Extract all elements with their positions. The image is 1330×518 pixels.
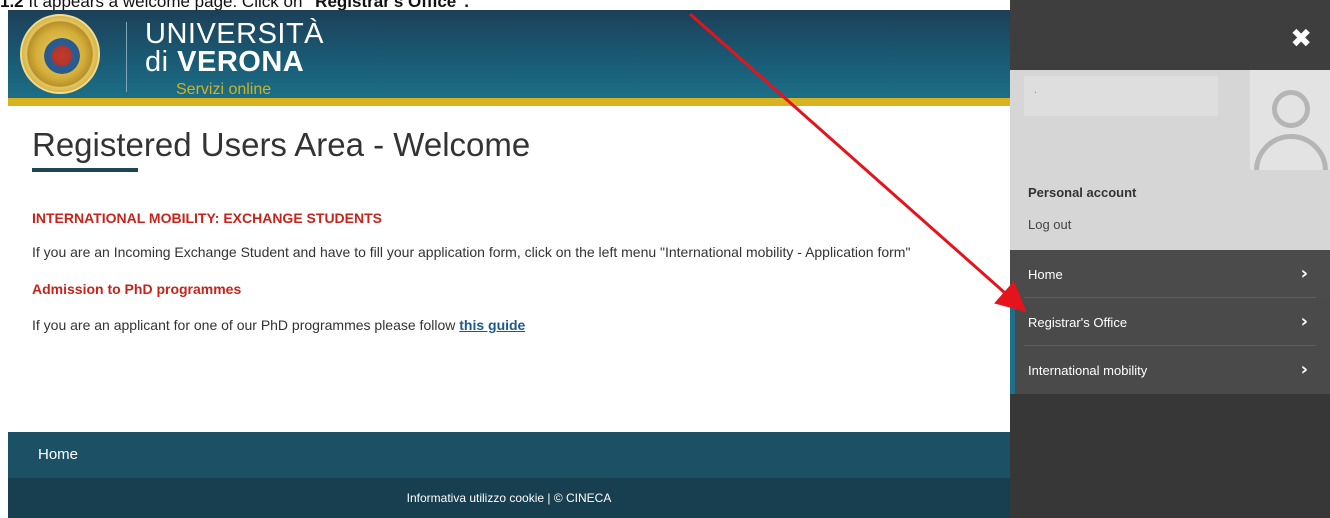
caption-text: It appears a welcome page. Click on	[28, 0, 308, 10]
chevron-right-icon: ›	[1300, 263, 1308, 284]
menu-item-registrars-office-label: Registrar's Office	[1028, 314, 1128, 330]
section-heading-international-mobility: INTERNATIONAL MOBILITY: EXCHANGE STUDENT…	[32, 210, 382, 226]
phd-text-prefix: If you are an applicant for one of our P…	[32, 317, 460, 333]
menu-item-home[interactable]: Home ›	[1010, 250, 1330, 298]
logo-line2-bold: VERONA	[177, 46, 305, 78]
side-panel: ✖ . Personal account Log out Home › Regi…	[1010, 0, 1330, 518]
page-title: Registered Users Area - Welcome	[32, 126, 531, 163]
seal-center	[44, 38, 80, 74]
logout-link[interactable]: Log out	[1028, 217, 1071, 232]
section-heading-phd: Admission to PhD programmes	[32, 281, 242, 297]
menu-accent-bar	[1010, 346, 1015, 394]
university-logo-text[interactable]: UNIVERSITÀ di VERONA	[145, 20, 324, 78]
university-seal-icon[interactable]	[20, 14, 100, 94]
section-text-international-mobility: If you are an Incoming Exchange Student …	[32, 244, 911, 260]
section-text-phd: If you are an applicant for one of our P…	[32, 317, 525, 333]
header-gold-bar	[8, 98, 1010, 106]
logo-line2-prefix: di	[145, 46, 178, 78]
side-panel-top: ✖	[1010, 0, 1330, 70]
logo-line2: di VERONA	[145, 46, 324, 78]
title-underline	[32, 168, 138, 172]
caption-step: 1.2	[0, 0, 29, 10]
logo-subtitle: Servizi online	[176, 81, 272, 98]
user-name: .	[1034, 84, 1038, 96]
instruction-caption: 1.2 It appears a welcome page. Click on …	[0, 0, 1010, 10]
menu-item-international-mobility-label: International mobility	[1028, 362, 1148, 378]
footer-home-link[interactable]: Home	[38, 446, 78, 463]
menu-accent-bar	[1010, 298, 1015, 346]
caption-bold: "Registrar's Office".	[307, 0, 470, 10]
footer-nav: Home	[8, 432, 1010, 478]
avatar-body	[1254, 134, 1328, 170]
menu-item-home-label: Home	[1028, 266, 1063, 282]
user-name-box: .	[1024, 76, 1218, 116]
avatar-head	[1272, 90, 1310, 128]
chevron-right-icon: ›	[1300, 359, 1308, 380]
side-panel-empty	[1010, 394, 1330, 518]
menu-item-registrars-office[interactable]: Registrar's Office ›	[1010, 298, 1330, 346]
footer-cookie-bar[interactable]: Informativa utilizzo cookie | © CINECA	[8, 478, 1010, 518]
side-menu: Home › Registrar's Office › Internationa…	[1010, 250, 1330, 394]
close-icon[interactable]: ✖	[1290, 24, 1312, 54]
personal-account-link[interactable]: Personal account	[1028, 185, 1136, 200]
menu-item-international-mobility[interactable]: International mobility ›	[1010, 346, 1330, 394]
this-guide-link[interactable]: this guide	[459, 317, 525, 333]
logo-divider	[126, 22, 127, 92]
user-box: . Personal account Log out	[1010, 70, 1330, 250]
avatar-icon	[1250, 70, 1330, 170]
chevron-right-icon: ›	[1300, 311, 1308, 332]
